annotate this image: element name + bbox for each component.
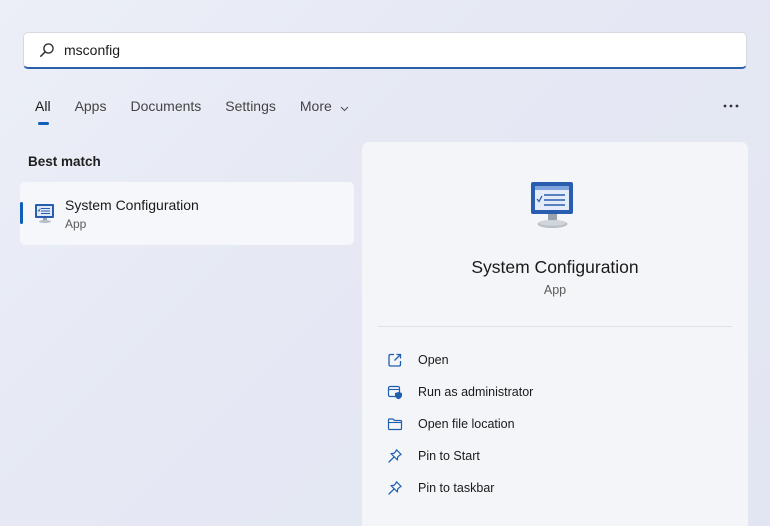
best-match-heading: Best match <box>28 154 101 169</box>
tab-more[interactable]: More <box>300 96 349 118</box>
tab-settings[interactable]: Settings <box>225 96 276 118</box>
result-subtitle: App <box>65 217 87 231</box>
filter-tabs: All Apps Documents Settings More <box>35 96 373 125</box>
tab-apps[interactable]: Apps <box>75 96 107 118</box>
divider <box>378 326 732 327</box>
result-title: System Configuration <box>65 197 199 213</box>
tab-label: All <box>35 98 51 114</box>
folder-icon <box>386 415 404 433</box>
detail-panel: System Configuration App Open Run as adm… <box>362 142 748 526</box>
more-options-icon <box>723 95 739 113</box>
pin-icon <box>386 479 404 497</box>
action-list: Open Run as administrator Open file loca… <box>386 344 533 504</box>
best-match-item[interactable]: System Configuration App <box>20 182 354 245</box>
more-options-button[interactable] <box>720 96 742 112</box>
action-label: Pin to Start <box>418 449 480 463</box>
tab-label: Documents <box>130 98 202 114</box>
tab-documents[interactable]: Documents <box>130 96 201 118</box>
tab-label: Apps <box>74 98 107 114</box>
action-label: Run as administrator <box>418 385 534 399</box>
open-file-location-action[interactable]: Open file location <box>386 408 533 440</box>
pin-to-start-action[interactable]: Pin to Start <box>386 440 533 472</box>
pin-to-taskbar-action[interactable]: Pin to taskbar <box>386 472 533 504</box>
chevron-down-icon <box>340 97 349 117</box>
action-label: Open file location <box>418 417 515 431</box>
search-box[interactable] <box>23 32 747 69</box>
system-configuration-icon <box>525 178 585 234</box>
action-label: Pin to taskbar <box>418 481 495 495</box>
detail-subtitle: App <box>543 283 567 297</box>
tab-active-indicator <box>38 122 49 125</box>
detail-title: System Configuration <box>471 257 639 277</box>
search-icon <box>36 39 58 61</box>
action-label: Open <box>418 353 449 367</box>
tab-all[interactable]: All <box>35 96 51 125</box>
tab-label: Settings <box>225 98 276 114</box>
run-as-administrator-action[interactable]: Run as administrator <box>386 376 533 408</box>
shield-icon <box>386 383 404 401</box>
tab-label: More <box>299 98 332 114</box>
selection-indicator <box>20 202 23 224</box>
pin-icon <box>386 447 404 465</box>
open-icon <box>386 351 404 369</box>
system-configuration-icon <box>33 201 57 225</box>
open-action[interactable]: Open <box>386 344 533 376</box>
search-input[interactable] <box>64 42 704 58</box>
